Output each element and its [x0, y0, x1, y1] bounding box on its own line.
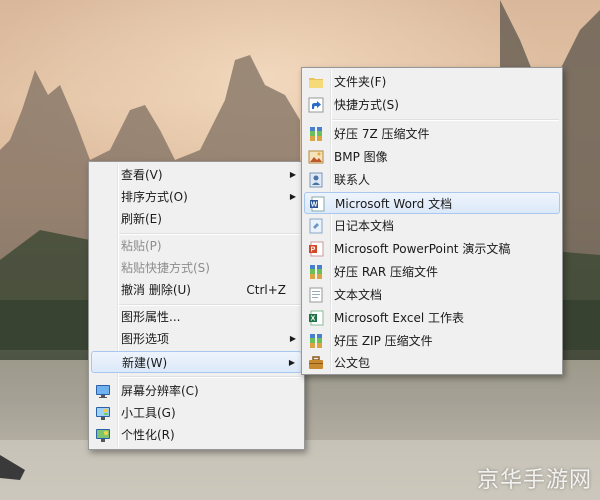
- menu-item-label: BMP 图像: [334, 150, 388, 164]
- menu-item-sort-by[interactable]: 排序方式(O) ▶: [91, 186, 302, 208]
- new-submenu: 文件夹(F) 快捷方式(S) 好压 7Z 压缩文件 BMP 图像 联系人 W M…: [301, 67, 563, 375]
- new-item-folder[interactable]: 文件夹(F): [304, 71, 560, 93]
- menu-item-label: 快捷方式(S): [334, 98, 399, 112]
- shortcut-label: Ctrl+Z: [246, 283, 286, 297]
- menu-item-graphics-options[interactable]: 图形选项 ▶: [91, 328, 302, 350]
- word-icon: W: [309, 196, 325, 212]
- menu-separator: [119, 376, 301, 378]
- menu-item-undo-delete[interactable]: 撤消 删除(U) Ctrl+Z: [91, 279, 302, 301]
- svg-text:X: X: [311, 316, 316, 323]
- menu-item-label: 撤消 删除(U): [121, 283, 191, 297]
- submenu-arrow-icon: ▶: [289, 334, 296, 343]
- bmp-icon: [308, 149, 324, 165]
- contact-icon: [308, 172, 324, 188]
- new-item-shortcut[interactable]: 快捷方式(S): [304, 94, 560, 116]
- svg-text:P: P: [311, 247, 316, 254]
- menu-item-label: 排序方式(O): [121, 190, 188, 204]
- menu-item-refresh[interactable]: 刷新(E): [91, 208, 302, 230]
- new-item-bmp-image[interactable]: BMP 图像: [304, 146, 560, 168]
- menu-item-label: 查看(V): [121, 168, 163, 182]
- archive-icon: [308, 264, 324, 280]
- new-item-word-document[interactable]: W Microsoft Word 文档: [304, 192, 560, 214]
- menu-item-paste-shortcut[interactable]: 粘贴快捷方式(S): [91, 257, 302, 279]
- menu-item-label: 图形选项: [121, 332, 170, 346]
- new-item-briefcase[interactable]: 公文包: [304, 352, 560, 374]
- menu-item-label: 小工具(G): [121, 406, 176, 420]
- menu-item-label: 新建(W): [122, 356, 168, 370]
- menu-item-label: 联系人: [334, 173, 371, 187]
- menu-item-personalize[interactable]: 个性化(R): [91, 424, 302, 446]
- personalize-icon: [95, 427, 111, 443]
- submenu-arrow-icon: ▶: [289, 170, 296, 179]
- archive-icon: [308, 126, 324, 142]
- menu-item-new[interactable]: 新建(W) ▶: [91, 351, 302, 373]
- new-item-powerpoint-presentation[interactable]: P Microsoft PowerPoint 演示文稿: [304, 238, 560, 260]
- monitor-icon: [95, 383, 111, 399]
- menu-separator: [332, 119, 559, 121]
- new-item-rar-archive[interactable]: 好压 RAR 压缩文件: [304, 261, 560, 283]
- shortcut-icon: [308, 97, 324, 113]
- new-item-excel-worksheet[interactable]: X Microsoft Excel 工作表: [304, 307, 560, 329]
- briefcase-icon: [308, 355, 324, 371]
- excel-icon: X: [308, 310, 324, 326]
- menu-item-label: 粘贴(P): [121, 239, 162, 253]
- folder-icon: [308, 74, 324, 90]
- text-doc-icon: [308, 287, 324, 303]
- archive-icon: [308, 333, 324, 349]
- menu-item-gadgets[interactable]: 小工具(G): [91, 402, 302, 424]
- submenu-arrow-icon: ▶: [288, 358, 295, 367]
- menu-item-graphics-properties[interactable]: 图形属性...: [91, 306, 302, 328]
- new-item-text-document[interactable]: 文本文档: [304, 284, 560, 306]
- menu-item-paste[interactable]: 粘贴(P): [91, 235, 302, 257]
- submenu-arrow-icon: ▶: [289, 192, 296, 201]
- svg-text:W: W: [311, 202, 318, 209]
- new-item-zip-archive[interactable]: 好压 ZIP 压缩文件: [304, 330, 560, 352]
- new-item-7z-archive[interactable]: 好压 7Z 压缩文件: [304, 123, 560, 145]
- menu-item-label: 刷新(E): [121, 212, 162, 226]
- menu-item-label: 好压 7Z 压缩文件: [334, 127, 430, 141]
- watermark: 京华手游网: [476, 468, 592, 493]
- menu-item-label: 好压 RAR 压缩文件: [334, 265, 439, 279]
- menu-item-label: 图形属性...: [121, 310, 181, 324]
- desktop-context-menu: 查看(V) ▶ 排序方式(O) ▶ 刷新(E) 粘贴(P) 粘贴快捷方式(S) …: [88, 161, 305, 450]
- powerpoint-icon: P: [308, 241, 324, 257]
- menu-item-label: 个性化(R): [121, 428, 175, 442]
- new-item-journal-document[interactable]: 日记本文档: [304, 215, 560, 237]
- menu-item-label: 好压 ZIP 压缩文件: [334, 334, 433, 348]
- menu-item-label: 公文包: [334, 356, 371, 370]
- menu-item-view[interactable]: 查看(V) ▶: [91, 164, 302, 186]
- menu-item-screen-resolution[interactable]: 屏幕分辨率(C): [91, 380, 302, 402]
- menu-item-label: 日记本文档: [334, 219, 395, 233]
- menu-item-label: 文本文档: [334, 288, 383, 302]
- menu-item-label: Microsoft Excel 工作表: [334, 311, 465, 325]
- menu-item-label: 屏幕分辨率(C): [121, 384, 199, 398]
- menu-item-label: 文件夹(F): [334, 75, 387, 89]
- gadgets-icon: [95, 405, 111, 421]
- new-item-contact[interactable]: 联系人: [304, 169, 560, 191]
- menu-item-label: Microsoft PowerPoint 演示文稿: [334, 242, 511, 256]
- menu-item-label: Microsoft Word 文档: [335, 197, 453, 211]
- menu-item-label: 粘贴快捷方式(S): [121, 261, 210, 275]
- journal-icon: [308, 218, 324, 234]
